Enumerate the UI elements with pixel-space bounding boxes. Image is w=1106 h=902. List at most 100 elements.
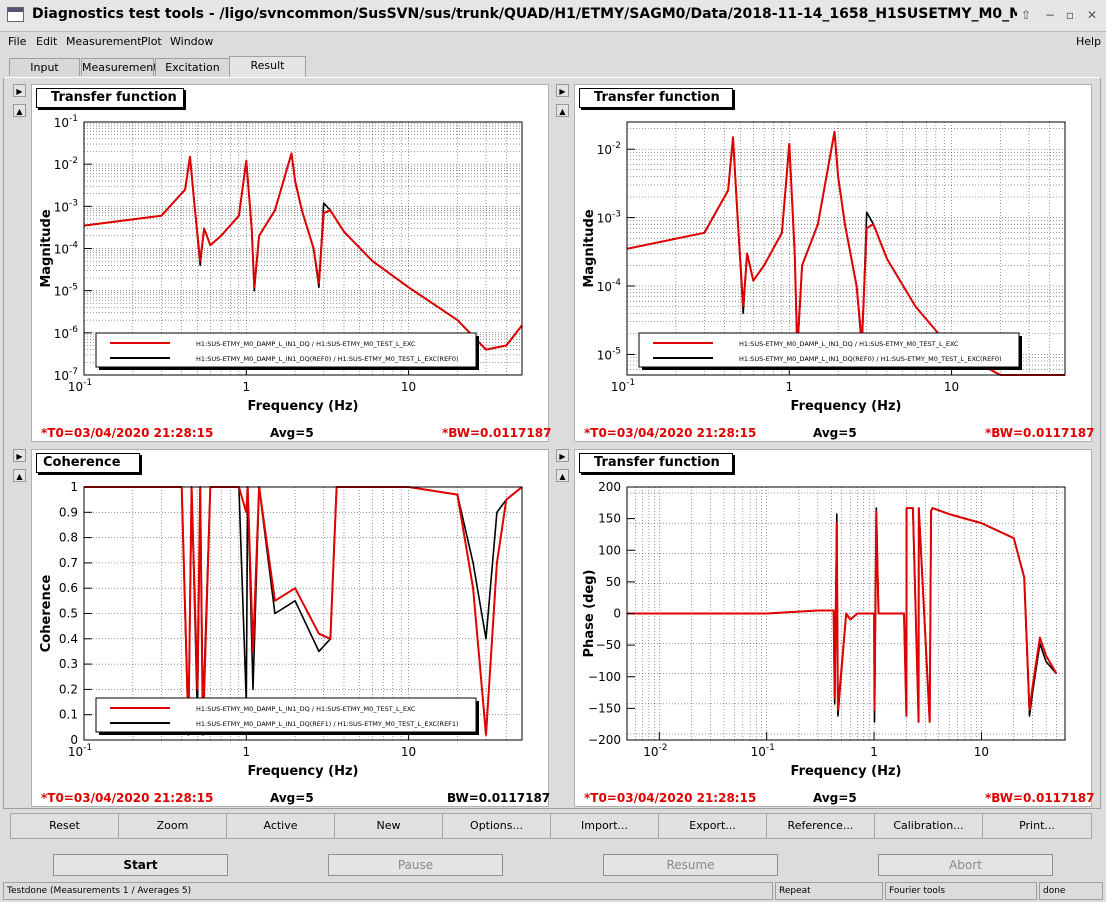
menu-plot[interactable]: Plot: [141, 35, 162, 48]
legend-entry: H1:SUS-ETMY_M0_DAMP_L_IN1_DQ(REF0) / H1:…: [739, 355, 1002, 363]
y-tick-label: 10-5: [54, 283, 78, 299]
x-tick-label: 1: [785, 380, 793, 394]
x-tick-label: 1: [242, 745, 250, 759]
x-axis-label: Frequency (Hz): [248, 399, 359, 414]
y-tick-label: 50: [606, 575, 621, 589]
minimize-icon[interactable]: −: [1042, 7, 1058, 23]
start-button[interactable]: Start: [53, 854, 228, 876]
y-tick-label: 10-3: [54, 198, 78, 214]
reset-button[interactable]: Reset: [10, 813, 119, 839]
legend-entry: H1:SUS-ETMY_M0_DAMP_L_IN1_DQ / H1:SUS-ET…: [196, 705, 416, 713]
pause-button[interactable]: Pause: [328, 854, 503, 876]
keep-above-icon[interactable]: ⇧: [1018, 7, 1034, 23]
import-button[interactable]: Import...: [550, 813, 659, 839]
y-tick-label: 10-5: [597, 346, 621, 362]
y-tick-label: 10-3: [597, 210, 621, 226]
menu-file[interactable]: File: [8, 35, 26, 48]
plot-2[interactable]: 10-2 10-3 10-4 10-5 10-1 1 10 Frequency (Hz) Mag…: [575, 85, 1091, 441]
tab-measurement[interactable]: Measurement: [81, 58, 158, 76]
window-title: Diagnostics test tools - /ligo/svncommon…: [32, 6, 1017, 22]
plot-1-title: Transfer function: [36, 88, 184, 108]
x-tick-label: 10: [944, 380, 959, 394]
plot-4-avg: Avg=5: [813, 791, 857, 805]
up-arrow-icon[interactable]: ▲: [556, 469, 569, 482]
y-tick-label: 0.6: [59, 581, 78, 595]
resume-button[interactable]: Resume: [603, 854, 778, 876]
x-tick-label: 10: [974, 745, 989, 759]
abort-button[interactable]: Abort: [878, 854, 1053, 876]
y-tick-label: 10-4: [597, 278, 622, 294]
tab-bar: Input Measurement Excitation Result: [0, 56, 1106, 78]
reference-button[interactable]: Reference...: [766, 813, 875, 839]
status-tools: Fourier tools: [885, 882, 1037, 900]
x-tick-label: 10-2: [643, 743, 667, 759]
tab-excitation[interactable]: Excitation: [155, 58, 230, 76]
up-arrow-icon[interactable]: ▲: [13, 469, 26, 482]
y-tick-label: 0.5: [59, 607, 78, 621]
x-tick-label: 10: [401, 380, 416, 394]
plot-2-bw: *BW=0.0117187: [985, 426, 1095, 440]
plot-3[interactable]: 10.90.80.70.60.50.40.30.20.1010-1 1 10Freq…: [32, 450, 548, 806]
status-bar: Testdone (Measurements 1 / Averages 5) R…: [3, 882, 1103, 900]
up-arrow-icon[interactable]: ▲: [13, 104, 26, 117]
y-tick-label: −200: [588, 733, 621, 747]
y-axis-label: Magnitude: [582, 209, 597, 288]
series-line-reference: [627, 507, 1058, 723]
active-button[interactable]: Active: [226, 813, 335, 839]
panel-2: 10-2 10-3 10-4 10-5 10-1 1 10 Frequency (Hz) Mag…: [574, 84, 1095, 442]
legend-entry: H1:SUS-ETMY_M0_DAMP_L_IN1_DQ(REF1) / H1:…: [196, 720, 459, 728]
menu-help[interactable]: Help: [1076, 35, 1101, 48]
up-arrow-icon[interactable]: ▲: [556, 104, 569, 117]
panel-4: 200 150 100 50 0 −50 −100 −150 −200 10-2 10-1 1 10 Fr…: [574, 449, 1095, 807]
y-tick-label: 0.1: [59, 708, 78, 722]
plot-2-avg: Avg=5: [813, 426, 857, 440]
right-arrow-icon[interactable]: ▶: [13, 449, 26, 462]
status-state: done: [1039, 882, 1103, 900]
tab-result[interactable]: Result: [229, 56, 306, 77]
plot-1-t0: *T0=03/04/2020 21:28:15: [41, 426, 214, 440]
plot-2-t0: *T0=03/04/2020 21:28:15: [584, 426, 757, 440]
y-tick-label: 0.3: [59, 657, 78, 671]
x-tick-label: 10-1: [611, 378, 635, 394]
plot-button-row: Reset Zoom Active New Options... Import.…: [10, 813, 1092, 839]
x-axis-label: Frequency (Hz): [791, 764, 902, 779]
panel-2-scroll: ▶ ▲: [556, 84, 570, 124]
y-axis-label: Coherence: [39, 575, 54, 653]
new-button[interactable]: New: [334, 813, 443, 839]
maximize-icon[interactable]: ▫: [1062, 7, 1078, 23]
y-tick-label: 10-2: [54, 156, 78, 172]
right-arrow-icon[interactable]: ▶: [556, 449, 569, 462]
y-axis-label: Magnitude: [39, 209, 54, 288]
menu-window[interactable]: Window: [170, 35, 213, 48]
close-icon[interactable]: ✕: [1084, 7, 1100, 23]
right-arrow-icon[interactable]: ▶: [556, 84, 569, 97]
y-tick-label: −50: [596, 638, 621, 652]
print-button[interactable]: Print...: [982, 813, 1092, 839]
menu-measurement[interactable]: Measurement: [66, 35, 142, 48]
app-icon: [7, 7, 24, 22]
tab-input[interactable]: Input: [9, 58, 80, 76]
options-button[interactable]: Options...: [442, 813, 551, 839]
y-axis-label: Phase (deg): [582, 570, 597, 658]
y-tick-label: 10-2: [597, 141, 621, 157]
y-tick-label: 0.8: [59, 531, 78, 545]
x-tick-label: 10: [401, 745, 416, 759]
right-arrow-icon[interactable]: ▶: [13, 84, 26, 97]
y-tick-label: 0.2: [59, 682, 78, 696]
menu-bar: File Edit Measurement Plot Window Help: [0, 31, 1106, 53]
panel-1: 10-1 10-2 10-3 10-4 10-5 10-6 10-7 10-1 1 10 Frequ…: [31, 84, 552, 442]
series-line-measurement: [627, 507, 1058, 723]
plot-4-bw: *BW=0.0117187: [985, 791, 1095, 805]
plot-4[interactable]: 200 150 100 50 0 −50 −100 −150 −200 10-2 10-1 1 10 Fr…: [575, 450, 1091, 806]
menu-edit[interactable]: Edit: [36, 35, 57, 48]
y-tick-label: 10-1: [54, 114, 78, 130]
plot-1[interactable]: 10-110-210-310-410-510-610-710-1 1 10Frequ…: [32, 85, 548, 441]
calibration-button[interactable]: Calibration...: [874, 813, 983, 839]
export-button[interactable]: Export...: [658, 813, 767, 839]
zoom-button[interactable]: Zoom: [118, 813, 227, 839]
y-tick-label: 0: [613, 607, 621, 621]
plot-3-avg: Avg=5: [270, 791, 314, 805]
plot-1-bw: *BW=0.0117187: [442, 426, 552, 440]
status-repeat: Repeat: [775, 882, 883, 900]
plot-4-title: Transfer function: [579, 453, 733, 473]
